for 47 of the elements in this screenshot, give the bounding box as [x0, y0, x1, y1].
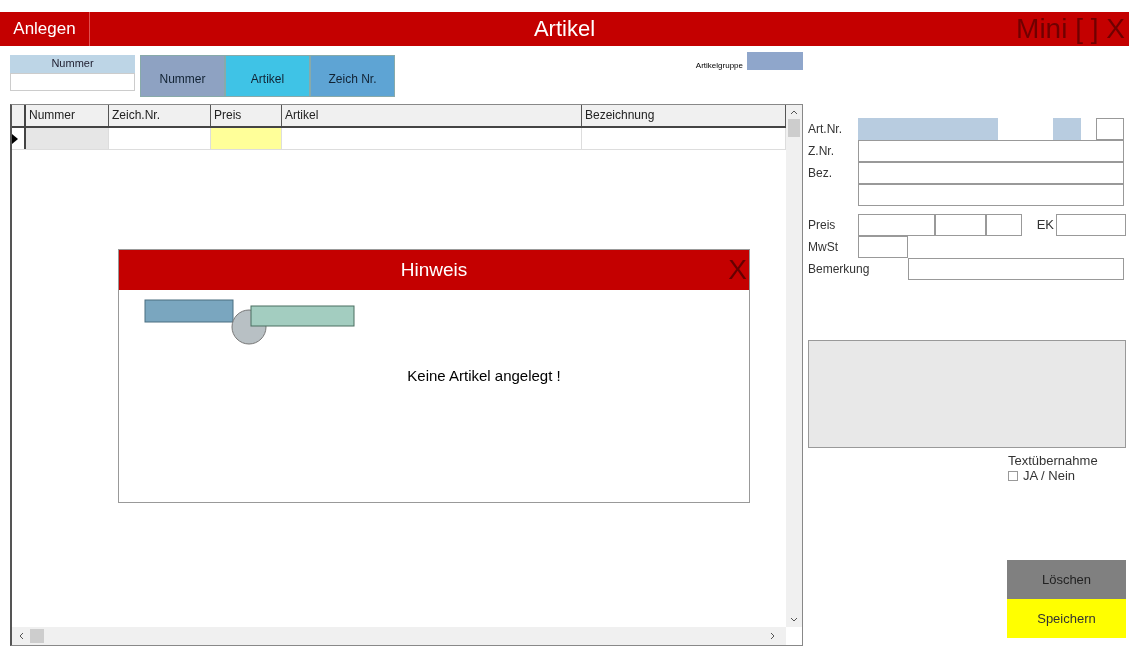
input-field[interactable] — [1056, 214, 1126, 236]
field-label: Preis — [808, 217, 837, 234]
table-cell[interactable] — [211, 128, 282, 149]
input-field[interactable] — [858, 118, 998, 140]
field-label: EK — [1035, 216, 1055, 234]
sort-tab[interactable]: Zeich Nr. — [310, 55, 395, 97]
window-title: Artikel — [533, 16, 596, 42]
input-field[interactable] — [1096, 118, 1124, 140]
field-label: Bez. — [808, 165, 833, 182]
column-header[interactable]: Preis — [211, 105, 282, 126]
column-header[interactable]: Nummer — [26, 105, 109, 126]
column-header[interactable]: Zeich.Nr. — [109, 105, 211, 126]
search-label: Nummer — [10, 55, 135, 73]
scroll-thumb[interactable] — [30, 629, 44, 643]
scroll-up-icon[interactable] — [790, 109, 798, 115]
field-label: Z.Nr. — [808, 143, 835, 160]
input-field[interactable] — [986, 214, 1022, 236]
delete-button[interactable]: Löschen — [1007, 560, 1126, 599]
input-field[interactable] — [935, 214, 986, 236]
text-transfer-label: Textübernahme — [1008, 453, 1099, 468]
input-field[interactable] — [858, 214, 935, 236]
sort-tab[interactable]: Nummer — [140, 55, 225, 97]
input-field[interactable] — [858, 236, 908, 258]
search-field[interactable] — [10, 73, 135, 91]
scroll-thumb[interactable] — [788, 119, 800, 137]
text-transfer-checkbox[interactable]: JA / Nein — [1008, 468, 1126, 483]
input-field[interactable] — [908, 258, 1124, 280]
group-label: Artikelgruppe — [695, 61, 743, 70]
scroll-right-icon[interactable] — [770, 632, 776, 640]
scroll-down-icon[interactable] — [790, 617, 798, 623]
input-field[interactable] — [858, 162, 1124, 184]
sort-tab[interactable]: Artikel — [225, 55, 310, 97]
row-pointer-icon — [12, 133, 18, 144]
group-field[interactable] — [747, 52, 803, 70]
dialog-message: Keine Artikel angelegt ! — [407, 367, 561, 384]
field-label: MwSt — [808, 239, 839, 256]
field-label: Art.Nr. — [808, 121, 843, 138]
save-button[interactable]: Speichern — [1007, 599, 1126, 638]
table-cell[interactable] — [26, 128, 109, 149]
column-header[interactable]: Artikel — [282, 105, 582, 126]
field-label: Bemerkung — [808, 261, 871, 278]
dialog-title: Hinweis — [400, 259, 468, 281]
input-field[interactable] — [858, 140, 1124, 162]
horizontal-scrollbar[interactable] — [12, 627, 786, 645]
input-field[interactable] — [1053, 118, 1081, 140]
input-field[interactable] — [858, 184, 1124, 206]
scroll-left-icon[interactable] — [18, 632, 24, 640]
